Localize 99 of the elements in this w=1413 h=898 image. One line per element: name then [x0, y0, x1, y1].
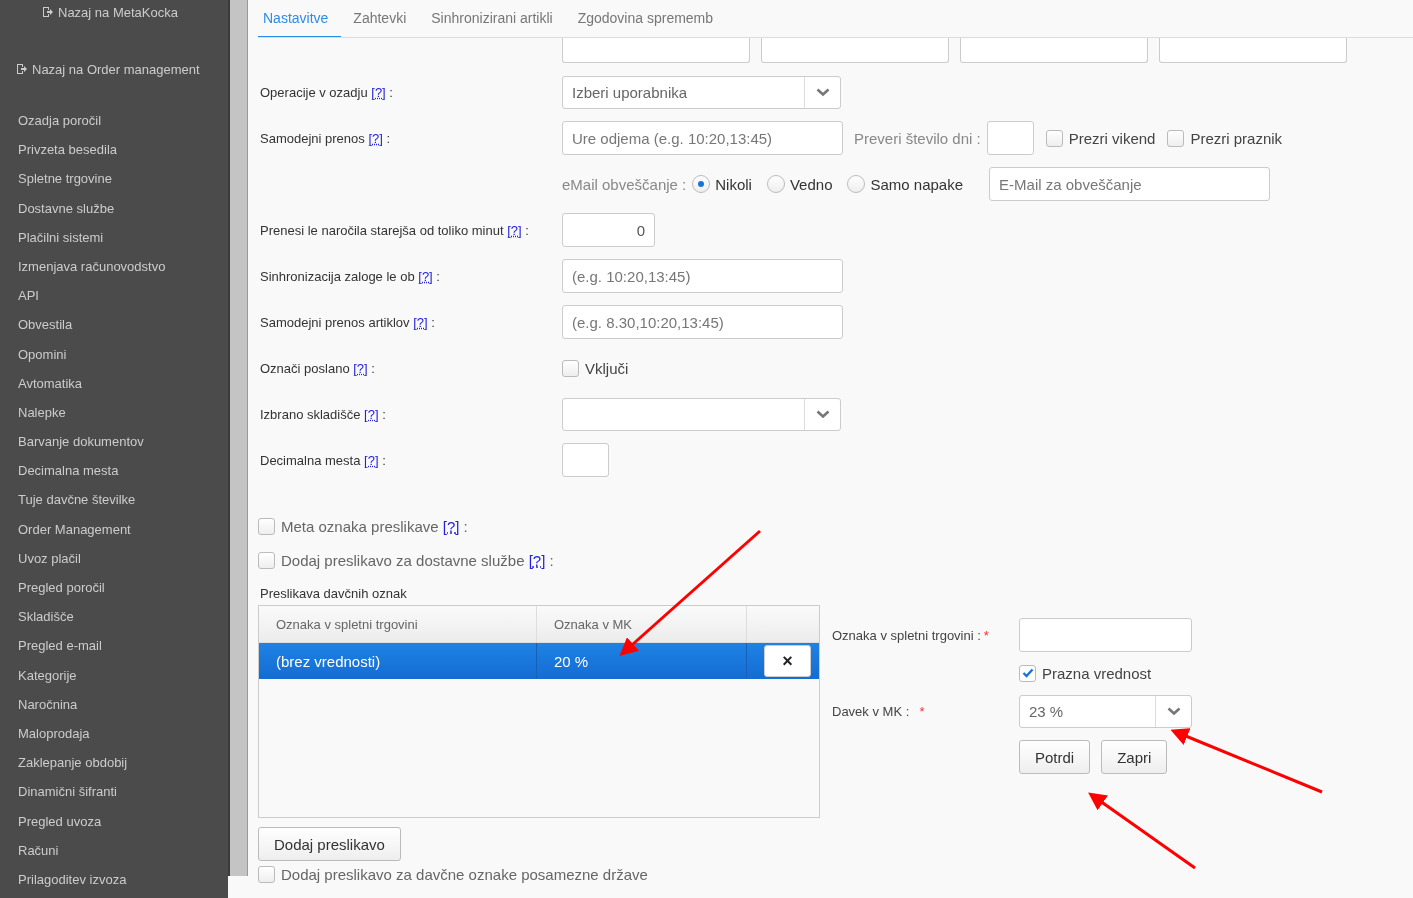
back-link[interactable]: Nazaj na Order management: [0, 20, 228, 77]
field-label: Oznaka v spletni trgovini : *: [832, 627, 990, 643]
table-cell: 20 %: [537, 643, 747, 679]
table-cell: (brez vrednosti): [259, 643, 537, 679]
input-field[interactable]: [562, 38, 750, 63]
sidebar-item[interactable]: Nalepke: [18, 404, 228, 435]
delete-button[interactable]: ×: [764, 645, 811, 677]
sidebar-item[interactable]: Pregled poročil: [18, 580, 228, 610]
option-label: Dodaj preslikavo za dostavne službe [?] :: [281, 551, 554, 569]
field-label: Operacije v ozadju [?] :: [260, 85, 393, 100]
sidebar-item[interactable]: Pregled uvoza: [18, 813, 228, 843]
input-field[interactable]: [1019, 618, 1192, 652]
field-label: eMail obveščanje :: [562, 175, 687, 193]
sidebar-item[interactable]: Plačilni sistemi: [18, 229, 228, 259]
exit-icon: [42, 6, 54, 18]
column-header: Oznaka v spletni trgovini: [259, 606, 537, 642]
field-label: Sinhronizacija zaloge le ob [?] :: [260, 269, 440, 284]
radio-button[interactable]: Samo napake: [847, 175, 964, 193]
input-field[interactable]: [562, 443, 609, 477]
help-link[interactable]: [?]: [507, 223, 522, 238]
sidebar-item[interactable]: Obvestila: [18, 317, 228, 347]
help-link[interactable]: [?]: [368, 131, 383, 146]
select-field[interactable]: 23 %: [1019, 694, 1192, 728]
checkbox[interactable]: Vključi: [562, 359, 629, 377]
input-field[interactable]: Ure odjema (e.g. 10:20,13:45): [562, 121, 843, 155]
checkbox[interactable]: [258, 551, 275, 569]
help-link[interactable]: [?]: [371, 85, 386, 100]
field-label: Decimalna mesta [?] :: [260, 453, 386, 468]
field-label: Samodejni prenos [?] :: [260, 131, 391, 146]
input-field[interactable]: [960, 38, 1148, 63]
sidebar-item[interactable]: Spletne trgovine: [18, 171, 228, 201]
close-button[interactable]: Zapri: [1101, 740, 1168, 774]
sidebar-item[interactable]: Skladišče: [18, 609, 228, 639]
sidebar-item[interactable]: Izmenjava računovodstvo: [18, 258, 228, 289]
field-label: Izbrano skladišče [?] :: [260, 407, 386, 422]
sidebar-item[interactable]: Order Management: [18, 521, 228, 551]
sidebar-item[interactable]: Naročnina: [18, 696, 228, 726]
sidebar-item[interactable]: Pregled e-mail: [18, 638, 228, 668]
sidebar-item[interactable]: Decimalna mesta: [18, 463, 228, 493]
field-label: Prenesi le naročila starejša od toliko minut [?] :: [260, 223, 529, 238]
input-field[interactable]: (e.g. 10:20,13:45): [562, 259, 843, 293]
radio-button[interactable]: Nikoli: [692, 175, 752, 193]
sidebar-item[interactable]: Maloprodaja: [18, 725, 228, 756]
input-field[interactable]: [986, 121, 1034, 155]
sidebar-item[interactable]: Prilagoditev izvoza: [18, 871, 228, 898]
exit-icon: [16, 63, 28, 75]
sidebar-item[interactable]: Barvanje dokumentov: [18, 434, 228, 464]
help-link[interactable]: [?]: [413, 315, 428, 330]
help-link[interactable]: [?]: [528, 551, 546, 569]
tab[interactable]: Zgodovina sprememb: [572, 0, 727, 37]
field-label: Samodejni prenos artiklov [?] :: [260, 315, 435, 330]
help-link[interactable]: [?]: [353, 361, 368, 376]
sidebar-item[interactable]: Dinamični šifranti: [18, 784, 228, 814]
back-link[interactable]: Nazaj na MetaKocka: [0, 0, 228, 20]
input-field[interactable]: E-Mail za obveščanje: [989, 167, 1271, 201]
sidebar-item[interactable]: Kategorije: [18, 667, 228, 697]
help-link[interactable]: [?]: [364, 453, 379, 468]
section-title: Preslikava davčnih oznak: [259, 585, 408, 603]
help-link[interactable]: [?]: [418, 269, 433, 284]
sidebar-item[interactable]: Tuje davčne številke: [18, 492, 228, 522]
select-field[interactable]: Izberi uporabnika: [562, 75, 841, 109]
checkbox[interactable]: Prezri vikend: [1045, 129, 1156, 147]
checkmark-icon: [1021, 668, 1034, 678]
checkbox[interactable]: Dodaj preslikavo za davčne oznake posamezne države: [258, 861, 1413, 887]
sidebar-item[interactable]: Opomini: [18, 346, 228, 376]
help-link[interactable]: [?]: [442, 517, 460, 535]
chevron-down-icon: [815, 87, 830, 97]
field-label: Označi poslano [?] :: [260, 361, 375, 376]
field-label: Preveri število dni :: [854, 129, 981, 147]
sidebar-item[interactable]: API: [18, 288, 228, 318]
input-field[interactable]: [761, 38, 949, 63]
help-link[interactable]: [?]: [364, 407, 379, 422]
tab[interactable]: Sinhronizirani artikli: [426, 0, 566, 37]
sidebar-item[interactable]: Računi: [18, 842, 228, 872]
option-label: Meta oznaka preslikave [?] :: [281, 517, 468, 535]
tab[interactable]: Zahtevki: [348, 0, 420, 37]
sidebar-item[interactable]: Ozadja poročil: [18, 113, 228, 143]
checkbox[interactable]: Prazna vrednost: [1019, 664, 1152, 682]
sidebar-item[interactable]: Avtomatika: [18, 375, 228, 405]
tab[interactable]: Nastavitve: [258, 0, 342, 37]
add-mapping-button[interactable]: Dodaj preslikavo: [258, 827, 401, 861]
sidebar-item[interactable]: Zaklepanje obdobij: [18, 755, 228, 785]
checkbox[interactable]: [258, 517, 275, 535]
confirm-button[interactable]: Potrdi: [1019, 740, 1091, 774]
checkbox[interactable]: Prezri praznik: [1167, 129, 1283, 147]
chevron-down-icon: [815, 409, 830, 419]
scrollbar[interactable]: [228, 0, 248, 876]
input-field[interactable]: (e.g. 8.30,10:20,13:45): [562, 305, 843, 339]
table-row[interactable]: (brez vrednosti) 20 % ×: [259, 643, 819, 679]
sidebar-item[interactable]: Uvoz plačil: [18, 550, 228, 580]
input-field[interactable]: [1159, 38, 1347, 63]
radio-button[interactable]: Vedno: [766, 175, 833, 193]
column-header: Oznaka v MK: [537, 606, 747, 642]
sidebar-item[interactable]: Privzeta besedila: [18, 142, 228, 172]
chevron-down-icon: [1166, 706, 1181, 716]
sidebar-item[interactable]: Dostavne službe: [18, 200, 228, 230]
select-field[interactable]: [562, 397, 841, 431]
field-label: Davek v MK : *: [832, 703, 926, 719]
input-field[interactable]: 0: [562, 213, 655, 247]
